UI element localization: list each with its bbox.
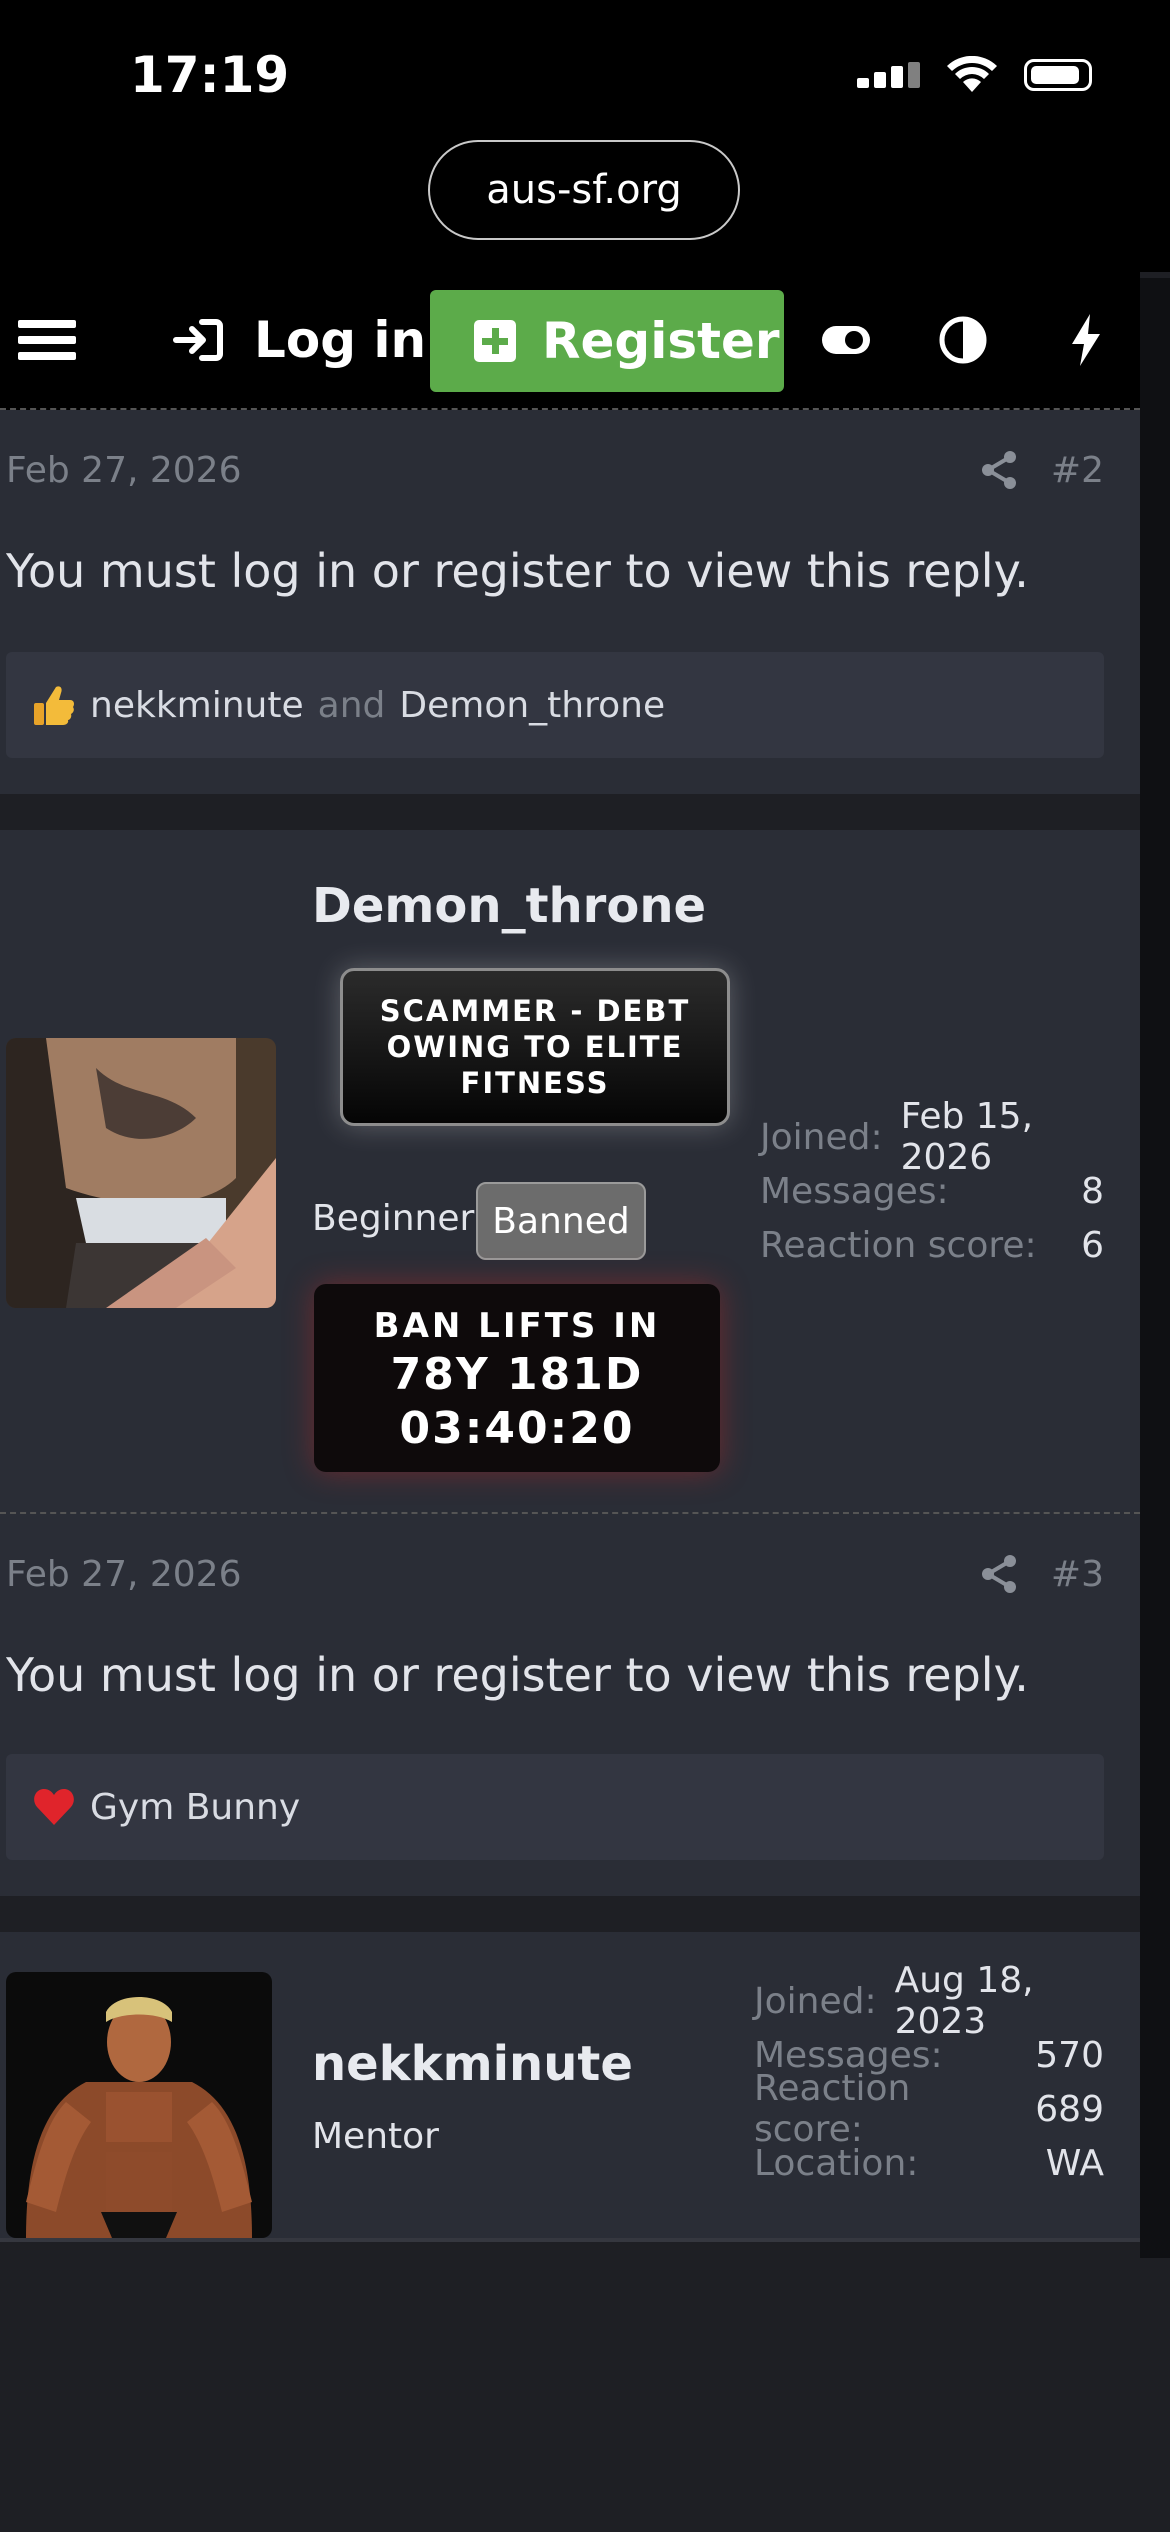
reactions-bar[interactable]: Gym Bunny [6,1754,1104,1860]
share-icon[interactable] [980,1554,1018,1594]
user-info-block: nekkminute Mentor Joined: Aug 18, 2023 Me… [0,1932,1140,2238]
ban-countdown-label: BAN LIFTS IN [373,1306,661,1346]
whats-new-button[interactable] [1070,272,1102,408]
status-bar: 17:19 aus-sf.org [0,0,1170,272]
user-stats: Joined: Aug 18, 2023 Messages: 570 Reactio… [754,1960,1104,2190]
post-date[interactable]: Feb 27, 2026 [6,1554,242,1595]
reaction-user[interactable]: nekkminute [90,685,304,726]
post-number-link[interactable]: #3 [1051,1554,1104,1595]
avatar[interactable] [6,1972,272,2238]
reaction-user[interactable]: Gym Bunny [90,1787,300,1828]
plus-icon [474,320,516,362]
post-separator [0,1896,1140,1932]
contrast-button[interactable] [938,272,988,408]
post-message: You must log in or register to view this… [6,1648,1029,1702]
username[interactable]: Demon_throne [312,878,706,934]
stat-row: Joined: Aug 18, 2023 [754,1960,1104,2042]
post-body: Feb 27, 2026 #3 You must log in or regis… [0,1514,1140,1896]
thumbs-up-icon [34,686,74,725]
avatar[interactable] [6,1038,276,1308]
contrast-icon [939,316,987,364]
register-button[interactable]: Register [430,290,784,392]
stat-label: Joined: [754,1980,877,2022]
reaction-and: and [317,684,386,726]
post-body: Feb 27, 2026 #2 You must log in or regis… [0,410,1140,794]
user-title: Beginner [312,1198,475,1239]
stat-row: Reaction score: 689 [754,2068,1104,2150]
post-separator [0,794,1140,830]
stat-value: Aug 18, 2023 [894,1960,1034,2042]
post-message: You must log in or register to view this… [6,544,1029,598]
login-icon [173,319,223,361]
register-label: Register [542,312,780,370]
wifi-icon [947,56,997,92]
stat-row: Reaction score: 6 [760,1218,1104,1272]
stat-value: Feb 15, 2026 [900,1096,1034,1178]
stat-label: Reaction score: [760,1224,1037,1266]
battery-icon [1024,59,1092,91]
ban-countdown-days: 78Y 181D [390,1349,644,1400]
toggle-icon [822,326,870,354]
lightning-icon [1072,314,1100,366]
ban-countdown: BAN LIFTS IN 78Y 181D 03:40:20 [314,1284,720,1472]
stat-label: Joined: [760,1116,883,1158]
user-stats: Joined: Feb 15, 2026 Messages: 8 Reaction … [760,1096,1104,1272]
reaction-user[interactable]: Demon_throne [399,685,665,726]
stat-row: Joined: Feb 15, 2026 [760,1096,1104,1178]
login-label: Log in [254,311,427,369]
stat-label: Messages: [760,1170,949,1212]
divider [0,2238,1140,2242]
status-time: 17:19 [130,46,290,104]
stat-label: Location: [754,2142,919,2184]
share-icon[interactable] [980,450,1018,490]
stat-label: Reaction score: [754,2068,911,2150]
scrollbar[interactable] [1140,278,1170,2258]
login-button[interactable]: Log in [172,272,426,408]
stat-value: 689 [1035,2088,1104,2130]
status-icons [857,56,1092,94]
url-bar[interactable]: aus-sf.org [428,140,740,240]
stat-value: 570 [1035,2034,1104,2076]
signal-icon [857,62,920,88]
hamburger-icon [18,312,76,368]
post-number-link[interactable]: #2 [1051,450,1104,491]
post-date[interactable]: Feb 27, 2026 [6,450,242,491]
ban-countdown-time: 03:40:20 [399,1403,635,1454]
menu-button[interactable] [18,272,76,408]
top-nav: Log in Register [0,272,1140,410]
banned-badge: Banned [476,1182,646,1260]
user-title: Mentor [312,2116,439,2157]
style-toggle-button[interactable] [820,272,872,408]
username[interactable]: nekkminute [312,2036,633,2092]
stat-value: 8 [1081,1170,1104,1212]
stat-value: 6 [1081,1224,1104,1266]
heart-icon [34,1789,74,1825]
stat-value: WA [1045,2142,1104,2184]
user-banner: SCAMMER - DEBT OWING TO ELITE FITNESS [340,968,730,1126]
reactions-bar[interactable]: nekkminute and Demon_throne [6,652,1104,758]
